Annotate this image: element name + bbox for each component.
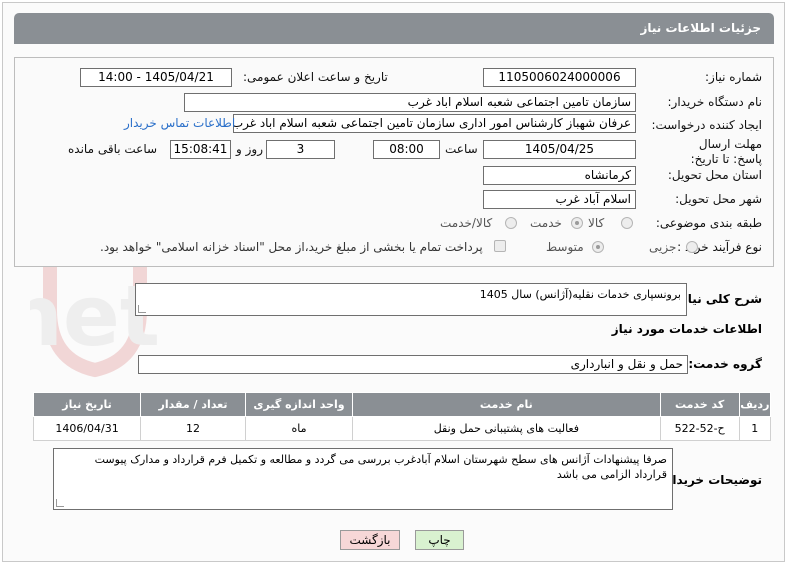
deadline-time-field[interactable]: 08:00 bbox=[373, 140, 440, 159]
process-radio-minor[interactable] bbox=[686, 241, 698, 253]
watermark-text: AriaTender.net bbox=[30, 267, 160, 365]
creator-field[interactable]: عرفان شهباز کارشناس امور اداری سازمان تا… bbox=[233, 114, 636, 133]
back-button[interactable]: بازگشت bbox=[340, 530, 400, 550]
notes-text: صرفا پیشنهادات آژانس های سطح شهرستان اسل… bbox=[94, 453, 667, 481]
remaining-label: ساعت باقی مانده bbox=[68, 142, 158, 156]
category-radio-goods[interactable] bbox=[621, 217, 633, 229]
services-table: ردیف کد خدمت نام خدمت واحد اندازه گیری ت… bbox=[32, 392, 772, 441]
details-panel bbox=[14, 57, 774, 267]
print-button[interactable]: چاپ bbox=[415, 530, 464, 550]
need-number-label: شماره نیاز: bbox=[705, 70, 762, 84]
buyer-org-label: نام دستگاه خریدار: bbox=[667, 95, 763, 109]
remaining-time-field[interactable]: 15:08:41 bbox=[170, 140, 231, 159]
process-radio-medium[interactable] bbox=[592, 241, 604, 253]
cell-row: 1 bbox=[738, 416, 772, 441]
notes-resize-handle[interactable] bbox=[56, 499, 64, 507]
page-title: جزئیات اطلاعات نیاز bbox=[640, 21, 761, 35]
col-row: ردیف bbox=[738, 392, 772, 417]
notes-label: توضیحات خریدار: bbox=[660, 473, 762, 487]
col-quantity: تعداد / مقدار bbox=[140, 392, 247, 417]
summary-text: برونسپاری خدمات نقلیه(آژانس) سال 1405 bbox=[479, 288, 681, 301]
province-field[interactable]: کرمانشاه bbox=[483, 166, 636, 185]
cell-quantity: 12 bbox=[140, 416, 247, 441]
table-header-row: ردیف کد خدمت نام خدمت واحد اندازه گیری ت… bbox=[32, 392, 772, 417]
service-group-label: گروه خدمت: bbox=[688, 357, 762, 371]
city-label: شهر محل تحویل: bbox=[675, 192, 762, 206]
days-label: روز و bbox=[236, 142, 263, 156]
col-unit: واحد اندازه گیری bbox=[245, 392, 354, 417]
col-need-date: تاریخ نیاز bbox=[32, 392, 142, 417]
summary-field[interactable]: برونسپاری خدمات نقلیه(آژانس) سال 1405 bbox=[135, 283, 687, 316]
process-option-minor: جزیی bbox=[649, 240, 677, 254]
cell-service-name: فعالیت های پشتیبانی حمل ونقل bbox=[352, 416, 661, 441]
deadline-time-label: ساعت bbox=[445, 142, 478, 156]
treasury-note: پرداخت تمام یا بخشی از مبلغ خرید،از محل … bbox=[100, 240, 483, 254]
category-radio-service[interactable] bbox=[571, 217, 583, 229]
category-label: طبقه بندی موضوعی: bbox=[655, 216, 762, 230]
buyer-org-field[interactable]: سازمان تامین اجتماعی شعبه اسلام اباد غرب bbox=[184, 93, 636, 112]
category-option-service: خدمت bbox=[530, 216, 562, 230]
announce-label: تاریخ و ساعت اعلان عمومی: bbox=[243, 70, 388, 84]
resize-handle[interactable] bbox=[138, 305, 146, 313]
announce-field[interactable]: 1405/04/21 - 14:00 bbox=[80, 68, 232, 87]
notes-field[interactable]: صرفا پیشنهادات آژانس های سطح شهرستان اسل… bbox=[53, 448, 673, 510]
creator-label: ایجاد کننده درخواست: bbox=[651, 118, 762, 132]
service-group-field[interactable]: حمل و نقل و انبارداری bbox=[138, 355, 688, 374]
city-field[interactable]: اسلام آباد غرب bbox=[483, 190, 636, 209]
province-label: استان محل تحویل: bbox=[667, 168, 762, 182]
days-remaining-field[interactable]: 3 bbox=[266, 140, 335, 159]
process-option-medium: متوسط bbox=[546, 240, 584, 254]
table-row[interactable]: 1 ح-52-522 فعالیت های پشتیبانی حمل ونقل … bbox=[32, 416, 772, 441]
cell-unit: ماه bbox=[245, 416, 354, 441]
category-option-goods-service: کالا/خدمت bbox=[440, 216, 493, 230]
cell-need-date: 1406/04/31 bbox=[32, 416, 142, 441]
page-header: جزئیات اطلاعات نیاز bbox=[14, 13, 774, 44]
buyer-contact-link[interactable]: اطلاعات تماس خریدار bbox=[124, 116, 235, 130]
services-title: اطلاعات خدمات مورد نیاز bbox=[611, 322, 762, 336]
deadline-label: مهلت ارسال پاسخ: تا تاریخ: bbox=[690, 137, 762, 166]
summary-label: شرح کلی نیاز: bbox=[676, 292, 762, 306]
col-service-name: نام خدمت bbox=[352, 392, 661, 417]
need-number-field[interactable]: 1105006024000006 bbox=[483, 68, 636, 87]
col-service-code: کد خدمت bbox=[659, 392, 740, 417]
category-option-goods: کالا bbox=[588, 216, 605, 230]
deadline-date-field[interactable]: 1405/04/25 bbox=[483, 140, 636, 159]
treasury-checkbox[interactable] bbox=[494, 240, 506, 252]
category-radio-goods-service[interactable] bbox=[505, 217, 517, 229]
cell-service-code: ح-52-522 bbox=[659, 416, 740, 441]
